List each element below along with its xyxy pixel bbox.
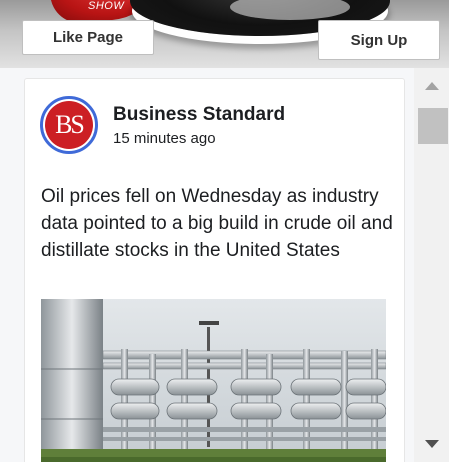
vertical-scrollbar[interactable] — [414, 68, 449, 462]
banner-show-text: SHOW — [88, 0, 125, 12]
post-card: BS Business Standard 15 minutes ago Oil … — [24, 78, 405, 462]
post-text: Oil prices fell on Wednesday as industry… — [41, 186, 393, 261]
post-photo[interactable] — [41, 299, 386, 462]
cover-banner: SHOW Like Page Sign Up — [0, 0, 449, 68]
page-name-link[interactable]: Business Standard — [113, 104, 285, 126]
sign-up-button[interactable]: Sign Up — [318, 20, 440, 60]
like-page-button[interactable]: Like Page — [22, 20, 154, 55]
page-avatar[interactable]: BS — [40, 96, 98, 154]
post-timestamp[interactable]: 15 minutes ago — [113, 130, 216, 147]
avatar-logo: BS — [45, 101, 93, 149]
scrollbar-thumb[interactable] — [418, 108, 448, 144]
triangle-down-icon[interactable] — [425, 440, 439, 448]
oil-refinery-image — [41, 299, 386, 462]
triangle-up-icon[interactable] — [425, 82, 439, 90]
feed: BS Business Standard 15 minutes ago Oil … — [0, 68, 449, 462]
